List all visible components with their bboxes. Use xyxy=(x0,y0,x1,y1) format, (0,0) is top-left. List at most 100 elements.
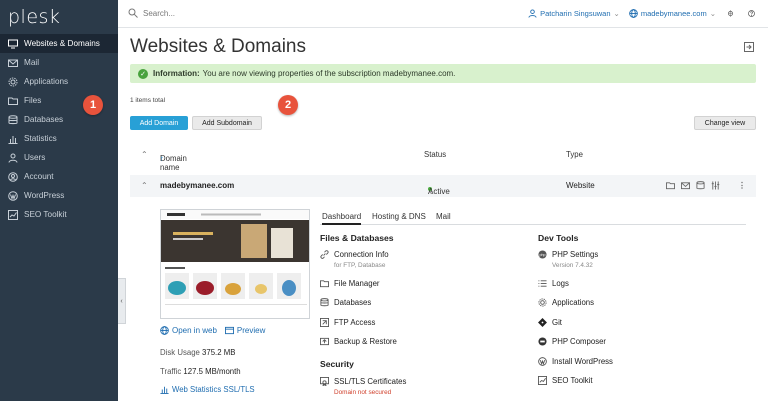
info-text: You are now viewing properties of the su… xyxy=(202,69,456,78)
tab-dashboard[interactable]: Dashboard xyxy=(322,212,362,225)
tab-hosting-dns[interactable]: Hosting & DNS xyxy=(372,212,426,221)
globe-icon xyxy=(629,8,638,18)
sidebar-item-users[interactable]: Users xyxy=(0,148,118,167)
subscription-menu[interactable]: madebymanee.com ⌄ xyxy=(629,9,716,18)
dev-tools-heading: Dev Tools xyxy=(538,233,579,243)
link-icon xyxy=(320,250,329,259)
php-settings-link[interactable]: php PHP Settings Version 7.4.32 xyxy=(538,250,598,269)
collapse-row-icon[interactable]: ⌃ xyxy=(141,181,148,190)
php-icon: php xyxy=(538,250,547,259)
open-in-web-link[interactable]: Open in web xyxy=(160,326,217,335)
git-link[interactable]: Git xyxy=(538,318,562,327)
domain-name[interactable]: madebymanee.com xyxy=(160,181,234,190)
logs-link[interactable]: Logs xyxy=(538,279,569,288)
sidebar-item-label: WordPress xyxy=(24,191,65,200)
monitor-icon xyxy=(7,39,19,49)
site-links: Open in web Preview xyxy=(160,326,265,335)
top-bar: Search... Patcharin Singsuwan ⌄ madebyma… xyxy=(118,0,768,28)
sidebar-item-label: Users xyxy=(24,153,46,162)
seo-icon xyxy=(7,209,19,220)
search-icon xyxy=(128,8,138,18)
folder-icon[interactable] xyxy=(666,181,675,190)
connection-info-link[interactable]: Connection Info for FTP, Database xyxy=(320,250,389,269)
wordpress-icon xyxy=(538,357,547,366)
bar-chart-icon xyxy=(160,386,169,394)
envelope-icon xyxy=(7,58,19,68)
sidebar-item-label: Account xyxy=(24,172,54,181)
sidebar-item-statistics[interactable]: Statistics xyxy=(0,129,118,148)
databases-link[interactable]: Databases xyxy=(320,298,371,307)
page-options-icon[interactable] xyxy=(744,42,754,52)
certificate-icon xyxy=(320,377,329,386)
sidebar-nav: Websites & Domains Mail Applications Fil… xyxy=(0,34,118,224)
change-view-button[interactable]: Change view xyxy=(694,116,756,130)
database-icon[interactable] xyxy=(696,181,705,190)
sidebar-item-label: Statistics xyxy=(24,134,57,143)
file-manager-link[interactable]: File Manager xyxy=(320,279,380,288)
website-preview-thumbnail[interactable] xyxy=(160,209,310,319)
disk-usage-value: 375.2 MB xyxy=(202,348,236,357)
suggestions-icon[interactable] xyxy=(727,8,737,18)
add-domain-button[interactable]: Add Domain xyxy=(130,116,188,130)
applications-link[interactable]: Applications xyxy=(538,298,594,307)
top-right-menu: Patcharin Singsuwan ⌄ madebymanee.com ⌄ xyxy=(519,8,758,18)
backup-restore-link[interactable]: Backup & Restore xyxy=(320,337,397,346)
svg-text:php: php xyxy=(540,253,546,257)
page-title: Websites & Domains xyxy=(130,36,306,57)
globe-icon xyxy=(160,326,169,335)
chevron-down-icon: ⌄ xyxy=(613,8,620,18)
row-actions xyxy=(666,181,720,190)
add-subdomain-button[interactable]: Add Subdomain xyxy=(192,116,262,130)
sidebar-item-label: Applications xyxy=(24,77,69,86)
database-icon xyxy=(7,114,19,125)
check-circle-icon: ✓ xyxy=(138,68,148,79)
php-composer-link[interactable]: PHP Composer xyxy=(538,337,606,346)
info-label: Information: xyxy=(153,69,200,78)
subscription-domain: madebymanee.com xyxy=(640,8,707,18)
files-databases-heading: Files & Databases xyxy=(320,233,394,243)
chevron-down-icon: ⌄ xyxy=(709,8,716,18)
seo-icon xyxy=(538,376,547,385)
sidebar-item-applications[interactable]: Applications xyxy=(0,72,118,91)
envelope-icon[interactable] xyxy=(681,181,690,190)
sidebar-item-label: SEO Toolkit xyxy=(24,210,67,219)
column-type[interactable]: Type xyxy=(566,150,583,159)
help-icon[interactable] xyxy=(748,8,758,18)
sidebar-item-account[interactable]: Account xyxy=(0,167,118,186)
seo-toolkit-link[interactable]: SEO Toolkit xyxy=(538,376,593,385)
tab-mail[interactable]: Mail xyxy=(436,212,451,221)
ftp-access-link[interactable]: FTP Access xyxy=(320,318,375,327)
web-statistics-link[interactable]: Web Statistics SSL/TLS xyxy=(160,385,255,394)
search-placeholder: Search... xyxy=(143,8,176,18)
sidebar-item-mail[interactable]: Mail xyxy=(0,53,118,72)
disk-usage: Disk Usage 375.2 MB xyxy=(160,348,236,357)
main-content: Websites & Domains ✓ Information: You ar… xyxy=(118,28,768,401)
traffic-value: 127.5 MB/month xyxy=(183,367,241,376)
sidebar-item-label: Files xyxy=(24,96,42,105)
preview-link[interactable]: Preview xyxy=(224,326,265,335)
sidebar-item-label: Databases xyxy=(24,115,64,124)
install-wordpress-link[interactable]: Install WordPress xyxy=(538,357,613,366)
sidebar-item-label: Websites & Domains xyxy=(24,39,100,48)
settings-sliders-icon[interactable] xyxy=(711,181,720,190)
folder-icon xyxy=(7,96,19,106)
gear-icon xyxy=(7,77,19,87)
plesk-logo[interactable]: plesk xyxy=(8,6,60,28)
sidebar-item-wordpress[interactable]: WordPress xyxy=(0,186,118,205)
domain-tabs: Dashboard Hosting & DNS Mail xyxy=(320,211,746,225)
sidebar-item-seo-toolkit[interactable]: SEO Toolkit xyxy=(0,205,118,224)
search-input[interactable]: Search... xyxy=(128,8,175,18)
user-menu[interactable]: Patcharin Singsuwan ⌄ xyxy=(528,9,620,18)
traffic: Traffic 127.5 MB/month xyxy=(160,367,241,376)
sidebar-item-databases[interactable]: Databases xyxy=(0,110,118,129)
table-row[interactable]: ⌃ madebymanee.com Active ⌄ Website ⋮ xyxy=(130,175,756,197)
ssl-tls-certificates-link[interactable]: SSL/TLS Certificates Domain not secured xyxy=(320,377,406,396)
collapse-all-icon[interactable]: ⌃ xyxy=(141,150,148,159)
more-options-icon[interactable]: ⋮ xyxy=(738,181,746,190)
domain-type: Website xyxy=(566,181,595,190)
gear-icon xyxy=(538,298,547,307)
sort-asc-icon: ↑ xyxy=(160,154,164,163)
column-status[interactable]: Status xyxy=(424,150,446,159)
sidebar-item-websites-domains[interactable]: Websites & Domains xyxy=(0,34,118,53)
callout-badge-1: 1 xyxy=(83,95,103,115)
